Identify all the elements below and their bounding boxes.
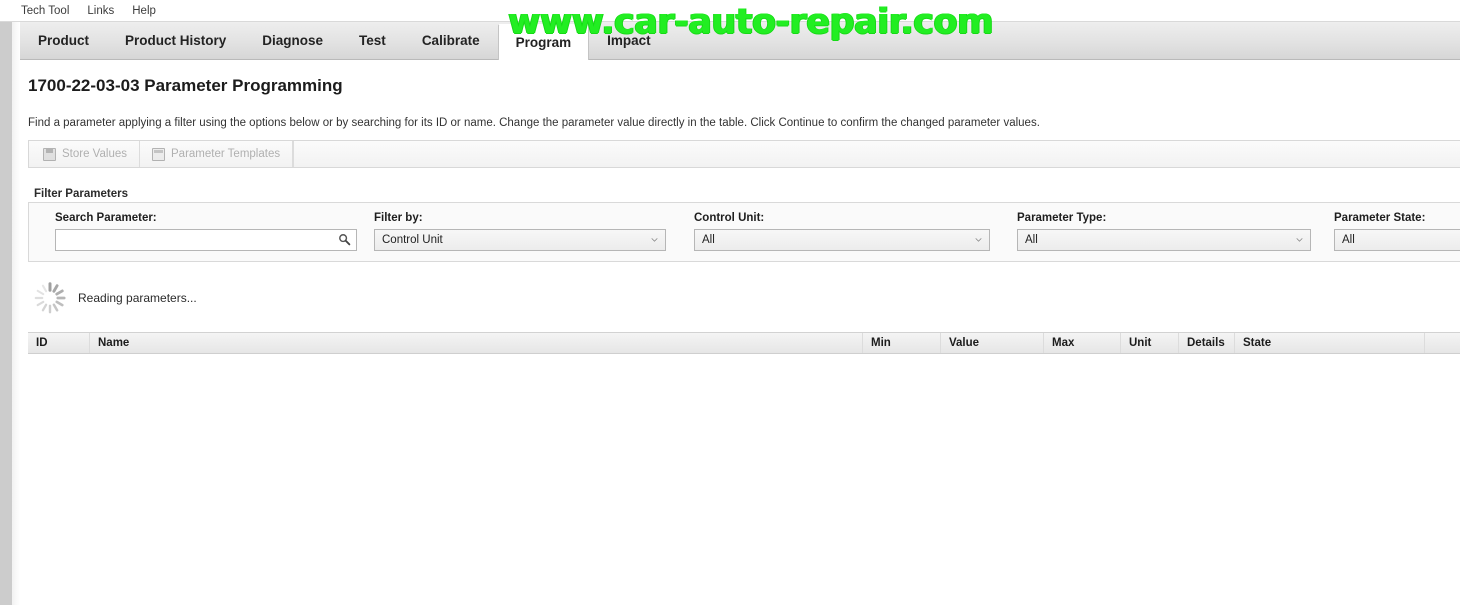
control-unit-select[interactable]: All (694, 229, 990, 251)
store-values-button[interactable]: Store Values (29, 141, 140, 167)
menu-links[interactable]: Links (78, 2, 123, 20)
column-header-min[interactable]: Min (863, 333, 941, 353)
parameter-state-value: All (1342, 234, 1355, 246)
tab-product[interactable]: Product (20, 22, 107, 59)
parameter-type-field: Parameter Type: All (1017, 212, 1311, 251)
tab-product-history[interactable]: Product History (107, 22, 244, 59)
tab-program[interactable]: Program (497, 24, 590, 60)
column-header-max[interactable]: Max (1044, 333, 1121, 353)
chevron-down-icon (651, 238, 658, 242)
column-header-value[interactable]: Value (941, 333, 1044, 353)
filter-parameters-panel: Search Parameter: Filter by: Control Uni… (28, 202, 1460, 262)
parameter-type-label: Parameter Type: (1017, 212, 1107, 224)
search-parameter-label: Search Parameter: (55, 212, 157, 224)
loading-spinner-icon (34, 282, 66, 314)
parameter-table-body (28, 354, 1460, 605)
loading-status: Reading parameters... (34, 282, 197, 314)
tab-test[interactable]: Test (341, 22, 404, 59)
filter-by-select[interactable]: Control Unit (374, 229, 666, 251)
parameter-type-select[interactable]: All (1017, 229, 1311, 251)
menu-tech-tool[interactable]: Tech Tool (12, 2, 78, 20)
page-description: Find a parameter applying a filter using… (28, 117, 1040, 129)
filter-by-field: Filter by: Control Unit (374, 212, 666, 251)
application-window: Tech Tool Links Help Product Product His… (0, 0, 1460, 605)
page-title: 1700-22-03-03 Parameter Programming (28, 76, 343, 95)
search-parameter-field: Search Parameter: (55, 212, 357, 251)
save-icon (43, 147, 56, 161)
parameter-type-value: All (1025, 234, 1038, 246)
control-unit-value: All (702, 234, 715, 246)
control-unit-label: Control Unit: (694, 212, 765, 224)
content-area: 1700-22-03-03 Parameter Programming Find… (20, 60, 1460, 605)
toolbar-separator (293, 141, 295, 167)
parameter-state-select[interactable]: All (1334, 229, 1460, 251)
control-unit-field: Control Unit: All (694, 212, 990, 251)
left-rail-shadow (12, 22, 20, 605)
main-tab-bar: Product Product History Diagnose Test Ca… (0, 22, 1460, 60)
column-header-id[interactable]: ID (28, 333, 90, 353)
store-values-label: Store Values (62, 148, 127, 160)
template-icon (152, 147, 165, 161)
menu-bar: Tech Tool Links Help (0, 0, 1460, 22)
loading-text: Reading parameters... (78, 291, 197, 305)
parameter-templates-button[interactable]: Parameter Templates (140, 141, 294, 167)
tab-impact[interactable]: Impact (589, 22, 669, 59)
parameter-table-header: ID Name Min Value Max Unit Details State (28, 332, 1460, 354)
left-rail (0, 22, 12, 605)
action-toolbar: Store Values Parameter Templates (28, 140, 1460, 168)
filter-by-label: Filter by: (374, 212, 423, 224)
column-header-name[interactable]: Name (90, 333, 863, 353)
tab-diagnose[interactable]: Diagnose (244, 22, 341, 59)
menu-help[interactable]: Help (123, 2, 165, 20)
search-input-wrapper (55, 229, 357, 251)
search-input[interactable] (55, 229, 357, 251)
column-header-details[interactable]: Details (1179, 333, 1235, 353)
filter-by-value: Control Unit (382, 234, 443, 246)
filter-parameters-label: Filter Parameters (34, 188, 128, 200)
column-header-state[interactable]: State (1235, 333, 1425, 353)
parameter-templates-label: Parameter Templates (171, 148, 281, 160)
column-header-unit[interactable]: Unit (1121, 333, 1179, 353)
tab-calibrate[interactable]: Calibrate (404, 22, 498, 59)
parameter-state-field: Parameter State: All (1334, 212, 1460, 251)
chevron-down-icon (1296, 238, 1303, 242)
chevron-down-icon (975, 238, 982, 242)
parameter-state-label: Parameter State: (1334, 212, 1426, 224)
